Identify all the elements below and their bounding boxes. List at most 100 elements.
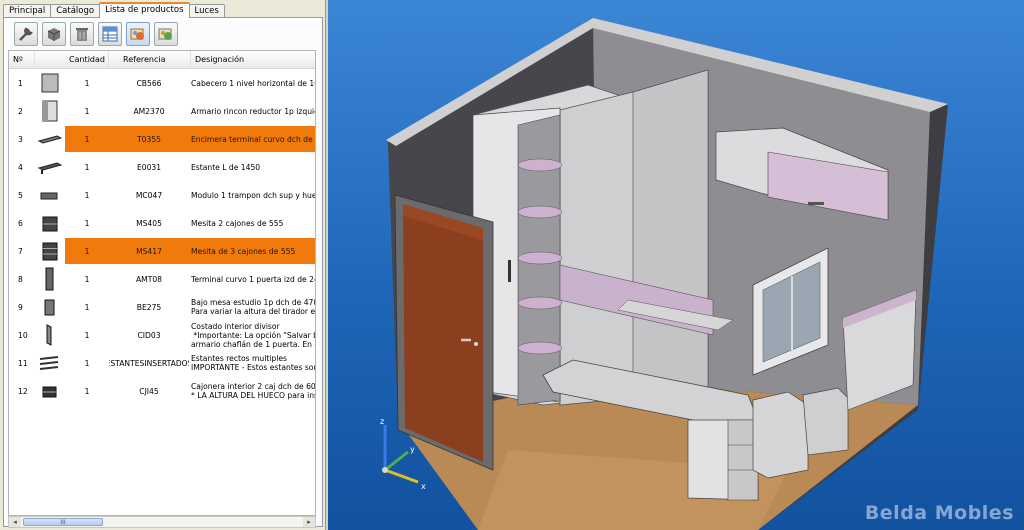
door-panel	[403, 204, 483, 462]
tab-luces[interactable]: Luces	[188, 4, 225, 18]
row-designation: Estante L de 1450	[191, 162, 261, 172]
box-button[interactable]	[42, 22, 66, 46]
axis-z-label: z	[380, 417, 384, 426]
row-quantity: 1	[84, 246, 90, 256]
scroll-right-arrow-icon[interactable]: ▸	[303, 517, 315, 527]
table-row[interactable]: 31T0355Encimera terminal curvo dch de 17…	[9, 125, 315, 153]
row-designation: Modulo 1 trampon dch sup y hueco de	[191, 190, 315, 200]
row-designation: Armario rincon reductor 1p izquierdo	[191, 106, 315, 116]
table-row[interactable]: 10 1 CID03 Costado interior divisor *Import…	[9, 321, 315, 349]
row-quantity: 1	[84, 386, 90, 396]
row-quantity: 1	[84, 302, 90, 312]
row-designation: Terminal curvo 1 puerta izd de 2400 al	[191, 274, 315, 284]
scroll-thumb[interactable]: III	[23, 518, 103, 526]
table-header: Nº Cantidad Referencia Designación	[9, 51, 315, 69]
table-row[interactable]: 81AMT08Terminal curvo 1 puerta izd de 24…	[9, 265, 315, 293]
row-reference: CJI45	[139, 386, 159, 396]
trash-icon	[76, 28, 88, 41]
wardrobe-handle	[508, 260, 511, 282]
header-reference[interactable]: Referencia	[119, 51, 191, 69]
row-designation: Costado interior divisor *Importante: La…	[191, 321, 315, 349]
3d-viewport[interactable]: z x y Belda Mobles	[328, 0, 1024, 530]
wardrobe-tall-door	[632, 69, 709, 399]
header-number[interactable]: Nº	[9, 51, 35, 69]
row-reference: MS405	[136, 218, 162, 228]
row-thumbnail	[35, 125, 65, 153]
watermark: Belda Mobles	[864, 502, 1014, 524]
row-quantity: 1	[84, 162, 90, 172]
row-reference: ESTANTESINSERTADOS	[109, 358, 189, 368]
render-button[interactable]	[126, 22, 150, 46]
grid-button[interactable]	[98, 22, 122, 46]
table-row[interactable]: 51MC047Modulo 1 trampon dch sup y hueco …	[9, 181, 315, 209]
table-body: 1 1 CB566 Cabecero 1 nivel horizontal de 10…	[9, 69, 315, 405]
row-thumbnail	[35, 69, 65, 97]
row-quantity: 1	[84, 78, 90, 88]
tab-catalogo[interactable]: Catálogo	[50, 4, 101, 18]
tall-thumbnail-icon	[45, 267, 54, 291]
row-thumbnail	[35, 209, 65, 237]
scroll-left-arrow-icon[interactable]: ◂	[9, 517, 21, 527]
row-quantity: 1	[84, 330, 90, 340]
row-reference: CB566	[136, 78, 162, 88]
row-thumbnail	[35, 265, 65, 293]
table-row[interactable]: 4 1 E0031 Estante L de 1450	[9, 153, 315, 181]
header-quantity[interactable]: Cantidad	[65, 51, 109, 69]
table-row[interactable]: 12 1 CJI45 Cajonera interior 2 caj dch de 6…	[9, 377, 315, 405]
row-reference: E0031	[136, 162, 162, 172]
table-row[interactable]: 11 1 ESTANTESINSERTADOS Estantes rectos mul…	[9, 349, 315, 377]
tab-lista-productos[interactable]: Lista de productos	[99, 2, 190, 18]
render-alt-button[interactable]	[154, 22, 178, 46]
nightstand3-thumbnail-icon	[42, 242, 58, 261]
row-designation: Mesita de 3 cajones de 555	[191, 246, 296, 256]
table-row[interactable]: 6 1 MS405 Mesita 2 cajones de 555	[9, 209, 315, 237]
row-designation: Mesita 2 cajones de 555	[191, 218, 284, 228]
nightstand-2-drawers	[752, 391, 809, 479]
row-thumbnail	[35, 153, 65, 181]
row-thumbnail	[35, 293, 65, 321]
lowcab-thumbnail-icon	[44, 299, 55, 316]
door-lock	[474, 342, 478, 346]
wrench-icon	[19, 27, 33, 41]
row-thumbnail	[35, 237, 65, 265]
tab-bar: Principal Catálogo Lista de productos Lu…	[3, 2, 225, 18]
row-thumbnail	[35, 377, 65, 405]
product-toolbar	[14, 22, 178, 48]
row-quantity: 1	[84, 106, 90, 116]
nightstand-thumbnail-icon	[42, 216, 58, 232]
wrench-button[interactable]	[14, 22, 38, 46]
left-panel: Principal Catálogo Lista de productos Lu…	[0, 0, 326, 530]
row-reference: T0355	[137, 134, 161, 144]
horizontal-scrollbar[interactable]: ◂ III ▸	[8, 516, 316, 528]
table-row[interactable]: 91BE275Bajo mesa estudio 1p dch de 470 (…	[9, 293, 315, 321]
row-quantity: 1	[84, 218, 90, 228]
shelf-thumbnail-icon	[37, 162, 63, 174]
table-row[interactable]: 11CB566Cabecero 1 nivel horizontal de 10…	[9, 69, 315, 97]
row-designation: Cabecero 1 nivel horizontal de 1000Ba	[191, 78, 315, 88]
box-icon	[47, 28, 61, 41]
row-reference: MS417	[136, 246, 162, 256]
axis-x-label: x	[421, 482, 426, 491]
nightstand-3-drawers	[802, 387, 849, 456]
wardrobe-thumbnail-icon	[42, 100, 58, 122]
module-thumbnail-icon	[40, 192, 58, 200]
table-row[interactable]: 7 1 MS417 Mesita de 3 cajones de 555	[9, 237, 315, 265]
header-designation[interactable]: Designación	[191, 51, 315, 69]
row-quantity: 1	[84, 190, 90, 200]
row-thumbnail	[35, 181, 65, 209]
row-reference: AMT08	[135, 274, 163, 284]
render-icon	[130, 28, 144, 40]
row-quantity: 1	[84, 358, 90, 368]
product-table: Nº Cantidad Referencia Designación 1 1 CB5…	[8, 50, 316, 516]
row-quantity: 1	[84, 134, 90, 144]
room-3d-scene[interactable]: z x y	[328, 0, 1024, 530]
row-reference: BE275	[136, 302, 162, 312]
delete-button[interactable]	[70, 22, 94, 46]
shelves-thumbnail-icon	[39, 356, 59, 370]
headboard-thumbnail-icon	[41, 73, 59, 93]
tab-principal[interactable]: Principal	[3, 4, 52, 18]
row-designation: Encimera terminal curvo dch de 1730R	[191, 134, 313, 144]
table-row[interactable]: 2 1 AM2370 Armario rincon reductor 1p izqui…	[9, 97, 315, 125]
grid-icon	[102, 26, 118, 42]
row-thumbnail	[35, 349, 65, 377]
